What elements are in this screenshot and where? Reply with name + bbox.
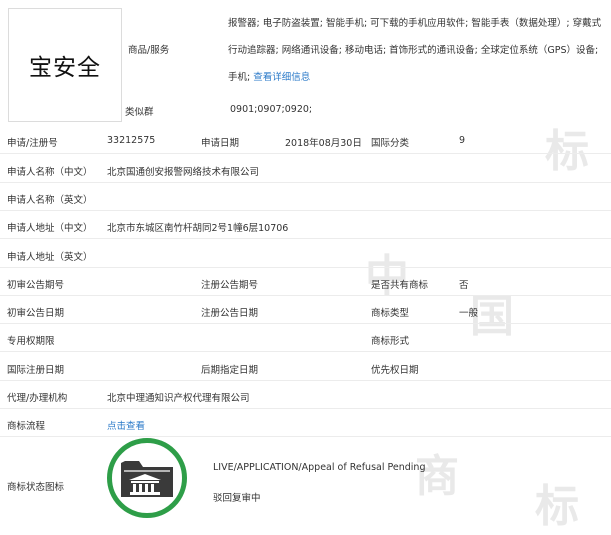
similar-group-label: 类似群 bbox=[125, 107, 154, 118]
status-cn-text: 驳回复审中 bbox=[213, 493, 261, 504]
applicant-en-label: 申请人名称（英文） bbox=[7, 195, 93, 206]
watermark-char: 标 bbox=[535, 481, 579, 532]
prelim-date-label: 初审公告日期 bbox=[7, 308, 65, 319]
view-details-link[interactable]: 查看详细信息 bbox=[253, 72, 310, 83]
row-divider bbox=[0, 436, 611, 437]
trademark-image: 宝安全 bbox=[8, 8, 122, 122]
row-divider bbox=[0, 295, 611, 296]
reg-no-label: 申请/注册号 bbox=[7, 138, 58, 149]
shared-label: 是否共有商标 bbox=[371, 280, 429, 291]
reg-ann-no-label: 注册公告期号 bbox=[201, 280, 259, 291]
status-en-text: LIVE/APPLICATION/Appeal of Refusal Pendi… bbox=[213, 462, 426, 473]
tm-form-label: 商标形式 bbox=[371, 336, 410, 347]
reg-no-value: 33212575 bbox=[107, 135, 156, 146]
address-cn-value: 北京市东城区南竹杆胡同2号1幢6层10706 bbox=[107, 223, 289, 234]
row-divider bbox=[0, 351, 611, 352]
trademark-name: 宝安全 bbox=[29, 55, 101, 81]
process-label: 商标流程 bbox=[7, 421, 46, 432]
shared-value: 否 bbox=[459, 280, 469, 291]
row-divider bbox=[0, 380, 611, 381]
later-date-label: 后期指定日期 bbox=[201, 365, 259, 376]
tm-type-label: 商标类型 bbox=[371, 308, 410, 319]
row-divider bbox=[0, 238, 611, 239]
intl-class-label: 国际分类 bbox=[371, 138, 410, 149]
row-divider bbox=[0, 408, 611, 409]
row-divider bbox=[0, 323, 611, 324]
goods-services-list: 报警器; 电子防盗装置; 智能手机; 可下载的手机应用软件; 智能手表（数据处理… bbox=[228, 10, 603, 91]
row-divider bbox=[0, 267, 611, 268]
address-cn-label: 申请人地址（中文） bbox=[7, 223, 93, 234]
row-divider bbox=[0, 182, 611, 183]
agent-value: 北京中理通知识产权代理有限公司 bbox=[107, 393, 250, 404]
app-date-label: 申请日期 bbox=[201, 138, 240, 149]
row-divider bbox=[0, 153, 611, 154]
applicant-cn-label: 申请人名称（中文） bbox=[7, 167, 93, 178]
address-en-label: 申请人地址（英文） bbox=[7, 252, 93, 263]
folder-building-icon bbox=[121, 461, 173, 497]
status-icon bbox=[107, 438, 187, 518]
excl-period-label: 专用权期限 bbox=[7, 336, 55, 347]
app-date-value: 2018年08月30日 bbox=[285, 138, 362, 149]
reg-ann-date-label: 注册公告日期 bbox=[201, 308, 259, 319]
prelim-no-label: 初审公告期号 bbox=[7, 280, 65, 291]
similar-group-value: 0901;0907;0920; bbox=[230, 104, 313, 115]
intl-class-value: 9 bbox=[459, 135, 466, 146]
applicant-cn-value: 北京国通创安报警网络技术有限公司 bbox=[107, 167, 260, 178]
status-icon-label: 商标状态图标 bbox=[7, 482, 65, 493]
goods-services-label: 商品/服务 bbox=[128, 45, 170, 56]
process-view-link[interactable]: 点击查看 bbox=[107, 418, 145, 432]
tm-type-value: 一般 bbox=[459, 308, 479, 319]
priority-date-label: 优先权日期 bbox=[371, 365, 419, 376]
watermark-char: 标 bbox=[545, 126, 589, 177]
agent-label: 代理/办理机构 bbox=[7, 393, 68, 404]
intl-reg-date-label: 国际注册日期 bbox=[7, 365, 65, 376]
row-divider bbox=[0, 210, 611, 211]
